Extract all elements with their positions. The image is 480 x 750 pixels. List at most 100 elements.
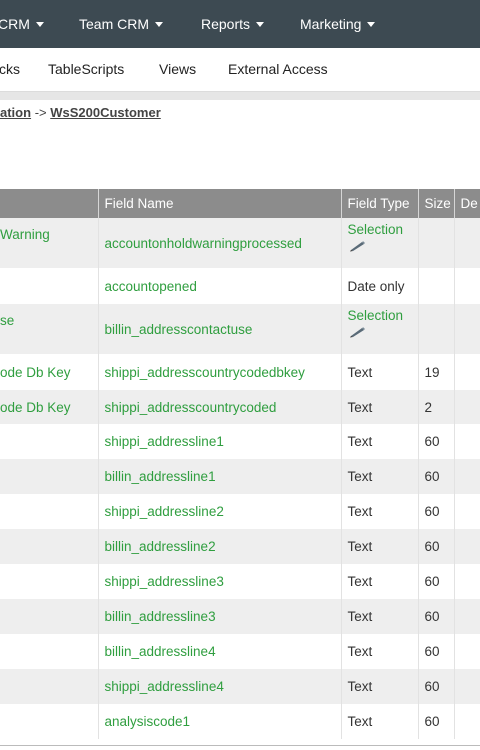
column-header-description[interactable]: De bbox=[454, 189, 480, 218]
size-cell: 60 bbox=[418, 669, 455, 704]
table-row[interactable]: ode Db Key shippi_addresscountrycoded Text… bbox=[0, 390, 480, 424]
breadcrumb-current-link[interactable]: WsS200Customer bbox=[50, 105, 161, 120]
field-name-link[interactable]: shippi_addressline2 bbox=[98, 494, 342, 529]
table-row[interactable]: se billin_addresscontactuse Selection bbox=[0, 304, 480, 354]
table-row[interactable]: accountopened Date only bbox=[0, 268, 480, 304]
field-name-link[interactable]: billin_addresscontactuse bbox=[98, 304, 342, 354]
nav-reports-label: Reports bbox=[201, 16, 251, 32]
field-type-cell: Date only bbox=[341, 268, 419, 304]
column-header-size[interactable]: Size bbox=[418, 189, 455, 218]
table-row[interactable]: billin_addressline2 Text 60 bbox=[0, 529, 480, 564]
size-cell: 2 bbox=[418, 390, 455, 424]
size-cell: 60 bbox=[418, 494, 455, 529]
row-label-cell[interactable] bbox=[0, 634, 99, 669]
table-row[interactable]: shippi_addressline1 Text 60 bbox=[0, 424, 480, 459]
field-name-link[interactable]: billin_addressline4 bbox=[98, 634, 342, 669]
field-type-label: Text bbox=[347, 714, 373, 729]
top-nav-bar: CRM Team CRM Reports Marketing bbox=[0, 0, 480, 48]
field-type-label: Text bbox=[347, 609, 373, 624]
size-cell: 60 bbox=[418, 634, 455, 669]
pencil-icon[interactable] bbox=[348, 326, 366, 338]
table-row[interactable]: Warning accountonholdwarningprocessed Sele… bbox=[0, 218, 480, 268]
field-name-link[interactable]: shippi_addressline1 bbox=[98, 424, 342, 459]
subnav-tab-external-access[interactable]: External Access bbox=[228, 48, 328, 92]
subnav-tab-blocks[interactable]: cks bbox=[0, 48, 20, 92]
header-divider-band bbox=[0, 92, 480, 100]
field-type-label: Date only bbox=[347, 278, 405, 294]
field-name-link[interactable]: billin_addressline2 bbox=[98, 529, 342, 564]
field-type-label: Text bbox=[347, 644, 373, 659]
description-cell bbox=[454, 268, 480, 304]
field-type-label: Text bbox=[347, 364, 373, 380]
field-name-link[interactable]: billin_addressline3 bbox=[98, 599, 342, 634]
field-type-label: Text bbox=[347, 399, 373, 415]
table-row[interactable]: shippi_addressline3 Text 60 bbox=[0, 564, 480, 599]
chevron-down-icon bbox=[367, 21, 376, 27]
row-label-cell[interactable] bbox=[0, 494, 99, 529]
row-label-cell[interactable] bbox=[0, 564, 99, 599]
table-row[interactable]: shippi_addressline4 Text 60 bbox=[0, 669, 480, 704]
nav-team-crm-menu[interactable]: Team CRM bbox=[79, 0, 164, 48]
field-name-link[interactable]: shippi_addressline4 bbox=[98, 669, 342, 704]
subnav-tab-tablescripts[interactable]: TableScripts bbox=[48, 48, 124, 92]
row-label-cell[interactable] bbox=[0, 459, 99, 494]
table-row[interactable]: shippi_addressline2 Text 60 bbox=[0, 494, 480, 529]
table-row[interactable]: billin_addressline4 Text 60 bbox=[0, 634, 480, 669]
field-type-cell: Text bbox=[341, 529, 419, 564]
row-label-cell[interactable] bbox=[0, 424, 99, 459]
breadcrumb-separator: -> bbox=[34, 105, 47, 120]
field-type-cell: Text bbox=[341, 599, 419, 634]
sub-nav-bar: cks TableScripts Views External Access bbox=[0, 48, 480, 92]
field-type-cell: Text bbox=[341, 564, 419, 599]
table-row[interactable]: billin_addressline1 Text 60 bbox=[0, 459, 480, 494]
nav-crm-menu[interactable]: CRM bbox=[0, 0, 44, 48]
row-label-cell[interactable]: ode Db Key bbox=[0, 354, 99, 390]
nav-crm-label: CRM bbox=[0, 16, 30, 32]
chevron-down-icon bbox=[155, 21, 164, 27]
column-header-field-name[interactable]: Field Name bbox=[98, 189, 342, 218]
field-name-link[interactable]: shippi_addresscountrycoded bbox=[98, 390, 342, 424]
fields-table: Field Name Field Type Size De Warning acc… bbox=[0, 189, 480, 739]
description-cell bbox=[454, 218, 480, 268]
table-row[interactable]: analysiscode1 Text 60 bbox=[0, 704, 480, 739]
row-label-cell[interactable] bbox=[0, 704, 99, 739]
field-name-link[interactable]: accountonholdwarningprocessed bbox=[98, 218, 342, 268]
pencil-icon[interactable] bbox=[348, 240, 366, 252]
row-label-cell[interactable]: Warning bbox=[0, 218, 99, 268]
row-label-cell[interactable]: se bbox=[0, 304, 99, 354]
nav-marketing-menu[interactable]: Marketing bbox=[300, 0, 376, 48]
subnav-tab-views[interactable]: Views bbox=[159, 48, 196, 92]
chevron-down-icon bbox=[35, 21, 44, 27]
table-row[interactable]: ode Db Key shippi_addresscountrycodedbkey… bbox=[0, 354, 480, 390]
size-cell: 60 bbox=[418, 704, 455, 739]
field-name-link[interactable]: analysiscode1 bbox=[98, 704, 342, 739]
description-cell bbox=[454, 459, 480, 494]
size-cell: 60 bbox=[418, 599, 455, 634]
field-type-label: Text bbox=[347, 539, 373, 554]
field-name-link[interactable]: billin_addressline1 bbox=[98, 459, 342, 494]
field-name-link[interactable]: accountopened bbox=[98, 268, 342, 304]
field-type-cell[interactable]: Selection bbox=[341, 218, 419, 268]
field-name-link[interactable]: shippi_addressline3 bbox=[98, 564, 342, 599]
size-cell: 60 bbox=[418, 459, 455, 494]
breadcrumb-parent-link[interactable]: ation bbox=[0, 105, 31, 120]
row-label-cell[interactable] bbox=[0, 268, 99, 304]
field-type-cell[interactable]: Selection bbox=[341, 304, 419, 354]
table-row[interactable]: billin_addressline3 Text 60 bbox=[0, 599, 480, 634]
field-type-cell: Text bbox=[341, 354, 419, 390]
nav-reports-menu[interactable]: Reports bbox=[201, 0, 265, 48]
row-label-cell[interactable]: ode Db Key bbox=[0, 390, 99, 424]
column-header-label[interactable] bbox=[0, 189, 99, 218]
field-name-link[interactable]: shippi_addresscountrycodedbkey bbox=[98, 354, 342, 390]
nav-team-crm-label: Team CRM bbox=[79, 16, 150, 32]
description-cell bbox=[454, 390, 480, 424]
field-type-cell: Text bbox=[341, 424, 419, 459]
row-label-cell[interactable] bbox=[0, 599, 99, 634]
size-cell: 60 bbox=[418, 564, 455, 599]
row-label-cell[interactable] bbox=[0, 529, 99, 564]
column-header-field-type[interactable]: Field Type bbox=[341, 189, 419, 218]
nav-marketing-label: Marketing bbox=[300, 16, 362, 32]
description-cell bbox=[454, 304, 480, 354]
field-type-label: Text bbox=[347, 574, 373, 589]
row-label-cell[interactable] bbox=[0, 669, 99, 704]
